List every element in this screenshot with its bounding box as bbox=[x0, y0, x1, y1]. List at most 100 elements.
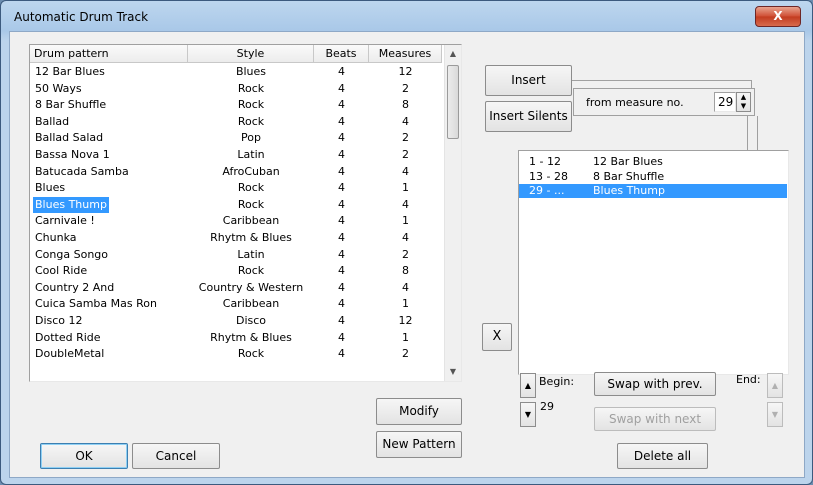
pattern-measures: 8 bbox=[402, 264, 409, 278]
header-measures[interactable]: Measures bbox=[369, 45, 442, 63]
begin-label: Begin: bbox=[539, 375, 575, 388]
begin-value: 29 bbox=[540, 400, 554, 413]
pattern-beats: 4 bbox=[338, 81, 345, 95]
from-measure-spinner[interactable]: ▲ ▼ bbox=[736, 92, 751, 112]
pattern-name: Country 2 And bbox=[35, 280, 115, 294]
pattern-row[interactable]: Ballad Rock 4 4 bbox=[30, 114, 442, 130]
track-row[interactable]: 1 - 12 12 Bar Blues bbox=[519, 155, 787, 169]
pattern-measures: 4 bbox=[402, 231, 409, 244]
pattern-row[interactable]: Cuica Samba Mas Ron Caribbean 4 1 bbox=[30, 296, 442, 312]
cancel-button[interactable]: Cancel bbox=[132, 443, 220, 469]
pattern-row[interactable]: Disco 12 Disco 4 12 bbox=[30, 313, 442, 329]
pattern-row[interactable]: 8 Bar Shuffle Rock 4 8 bbox=[30, 97, 442, 113]
pattern-style: Rock bbox=[237, 347, 265, 361]
window-title: Automatic Drum Track bbox=[14, 10, 149, 24]
begin-down-button[interactable]: ▼ bbox=[520, 402, 536, 427]
pattern-measures: 12 bbox=[398, 65, 413, 78]
pattern-row[interactable]: 12 Bar Blues Blues 4 12 bbox=[30, 64, 442, 80]
connector-line bbox=[572, 80, 751, 81]
pattern-style: Latin bbox=[237, 148, 265, 161]
pattern-name: Chunka bbox=[35, 231, 77, 244]
pattern-list[interactable]: Drum pattern Style Beats Measures 12 Bar… bbox=[29, 44, 462, 382]
ok-button[interactable]: OK bbox=[40, 443, 128, 469]
insert-silents-button[interactable]: Insert Silents bbox=[485, 101, 572, 132]
track-row[interactable]: 29 - ... Blues Thump bbox=[519, 184, 787, 198]
pattern-style: Rock bbox=[237, 197, 265, 211]
delete-all-button[interactable]: Delete all bbox=[617, 443, 708, 469]
pattern-style: Rock bbox=[237, 98, 265, 112]
pattern-row[interactable]: Cool Ride Rock 4 8 bbox=[30, 263, 442, 279]
pattern-row[interactable]: Conga Songo Latin 4 2 bbox=[30, 247, 442, 263]
pattern-style: Country & Western bbox=[198, 280, 304, 294]
end-up-button[interactable]: ▲ bbox=[767, 373, 783, 398]
pattern-name: Batucada Samba bbox=[35, 164, 129, 178]
pattern-row[interactable]: Batucada Samba AfroCuban 4 4 bbox=[30, 164, 442, 180]
pattern-measures: 1 bbox=[402, 214, 409, 228]
pattern-row[interactable]: Dotted Ride Rhytm & Blues 4 1 bbox=[30, 330, 442, 346]
pattern-measures: 1 bbox=[402, 181, 409, 195]
from-measure-input[interactable]: 29 bbox=[714, 92, 736, 112]
track-row[interactable]: 13 - 28 8 Bar Shuffle bbox=[519, 170, 787, 184]
pattern-name: Cuica Samba Mas Ron bbox=[35, 297, 157, 311]
swap-prev-button[interactable]: Swap with prev. bbox=[594, 372, 716, 396]
pattern-beats: 4 bbox=[338, 280, 345, 294]
pattern-name: DoubleMetal bbox=[35, 347, 105, 361]
pattern-beats: 4 bbox=[338, 98, 345, 112]
track-list[interactable]: 1 - 12 12 Bar Blues 13 - 28 8 Bar Shuffle 29… bbox=[518, 150, 789, 375]
pattern-name: 8 Bar Shuffle bbox=[35, 98, 107, 112]
pattern-name: Ballad Salad bbox=[35, 131, 104, 145]
pattern-measures: 8 bbox=[402, 98, 409, 112]
track-range: 29 - ... bbox=[529, 184, 565, 197]
pattern-style: Pop bbox=[241, 131, 261, 145]
pattern-name: Dotted Ride bbox=[35, 330, 101, 344]
pattern-row[interactable]: DoubleMetal Rock 4 2 bbox=[30, 346, 442, 362]
pattern-style: Rock bbox=[237, 181, 265, 195]
pattern-beats: 4 bbox=[338, 214, 345, 228]
connector-line bbox=[751, 80, 752, 88]
swap-next-button[interactable]: Swap with next bbox=[594, 407, 716, 431]
arrow-up-icon: ▲ bbox=[771, 381, 779, 390]
pattern-row[interactable]: Ballad Salad Pop 4 2 bbox=[30, 130, 442, 146]
pattern-style: Rock bbox=[237, 264, 265, 278]
pattern-row[interactable]: Blues Thump Rock 4 4 bbox=[30, 196, 442, 213]
pattern-measures: 2 bbox=[402, 148, 409, 161]
header-beats[interactable]: Beats bbox=[314, 45, 369, 63]
pattern-row[interactable]: Carnivale ! Caribbean 4 1 bbox=[30, 213, 442, 229]
pattern-style: Disco bbox=[235, 314, 267, 327]
new-pattern-button[interactable]: New Pattern bbox=[376, 431, 462, 458]
pattern-row[interactable]: Chunka Rhytm & Blues 4 4 bbox=[30, 230, 442, 246]
dialog-window: Automatic Drum Track X Drum pattern Styl… bbox=[0, 0, 813, 485]
pattern-list-scrollbar[interactable]: ▲ ▼ bbox=[444, 45, 461, 381]
modify-button[interactable]: Modify bbox=[376, 398, 462, 425]
end-down-button[interactable]: ▼ bbox=[767, 402, 783, 427]
pattern-measures: 12 bbox=[398, 314, 413, 327]
close-button[interactable]: X bbox=[755, 6, 801, 27]
close-icon: X bbox=[773, 9, 783, 23]
arrow-up-icon: ▲ bbox=[524, 381, 532, 390]
pattern-beats: 4 bbox=[338, 297, 345, 311]
pattern-name: Carnivale ! bbox=[35, 214, 95, 228]
pattern-name: Ballad bbox=[35, 114, 70, 128]
scroll-down-arrow-icon[interactable]: ▼ bbox=[445, 364, 461, 380]
pattern-row[interactable]: Blues Rock 4 1 bbox=[30, 180, 442, 196]
spin-down-icon[interactable]: ▼ bbox=[741, 102, 746, 110]
track-rows: 1 - 12 12 Bar Blues 13 - 28 8 Bar Shuffle 29… bbox=[519, 155, 788, 373]
insert-button[interactable]: Insert bbox=[485, 65, 572, 96]
pattern-beats: 4 bbox=[338, 314, 345, 327]
scroll-thumb[interactable] bbox=[447, 65, 459, 139]
scroll-up-arrow-icon[interactable]: ▲ bbox=[445, 46, 461, 62]
pattern-row[interactable]: Country 2 And Country & Western 4 4 bbox=[30, 280, 442, 296]
spin-up-icon[interactable]: ▲ bbox=[741, 93, 746, 101]
begin-up-button[interactable]: ▲ bbox=[520, 373, 536, 398]
pattern-name: Cool Ride bbox=[35, 264, 88, 278]
pattern-measures: 2 bbox=[402, 247, 409, 261]
pattern-name: Disco 12 bbox=[35, 314, 83, 327]
header-style[interactable]: Style bbox=[188, 45, 314, 63]
remove-button[interactable]: X bbox=[482, 323, 512, 351]
connector-line bbox=[757, 116, 758, 150]
header-drum-pattern[interactable]: Drum pattern bbox=[30, 45, 188, 63]
pattern-row[interactable]: 50 Ways Rock 4 2 bbox=[30, 81, 442, 97]
pattern-row[interactable]: Bassa Nova 1 Latin 4 2 bbox=[30, 147, 442, 163]
pattern-beats: 4 bbox=[338, 197, 345, 211]
title-bar[interactable]: Automatic Drum Track X bbox=[1, 1, 812, 31]
